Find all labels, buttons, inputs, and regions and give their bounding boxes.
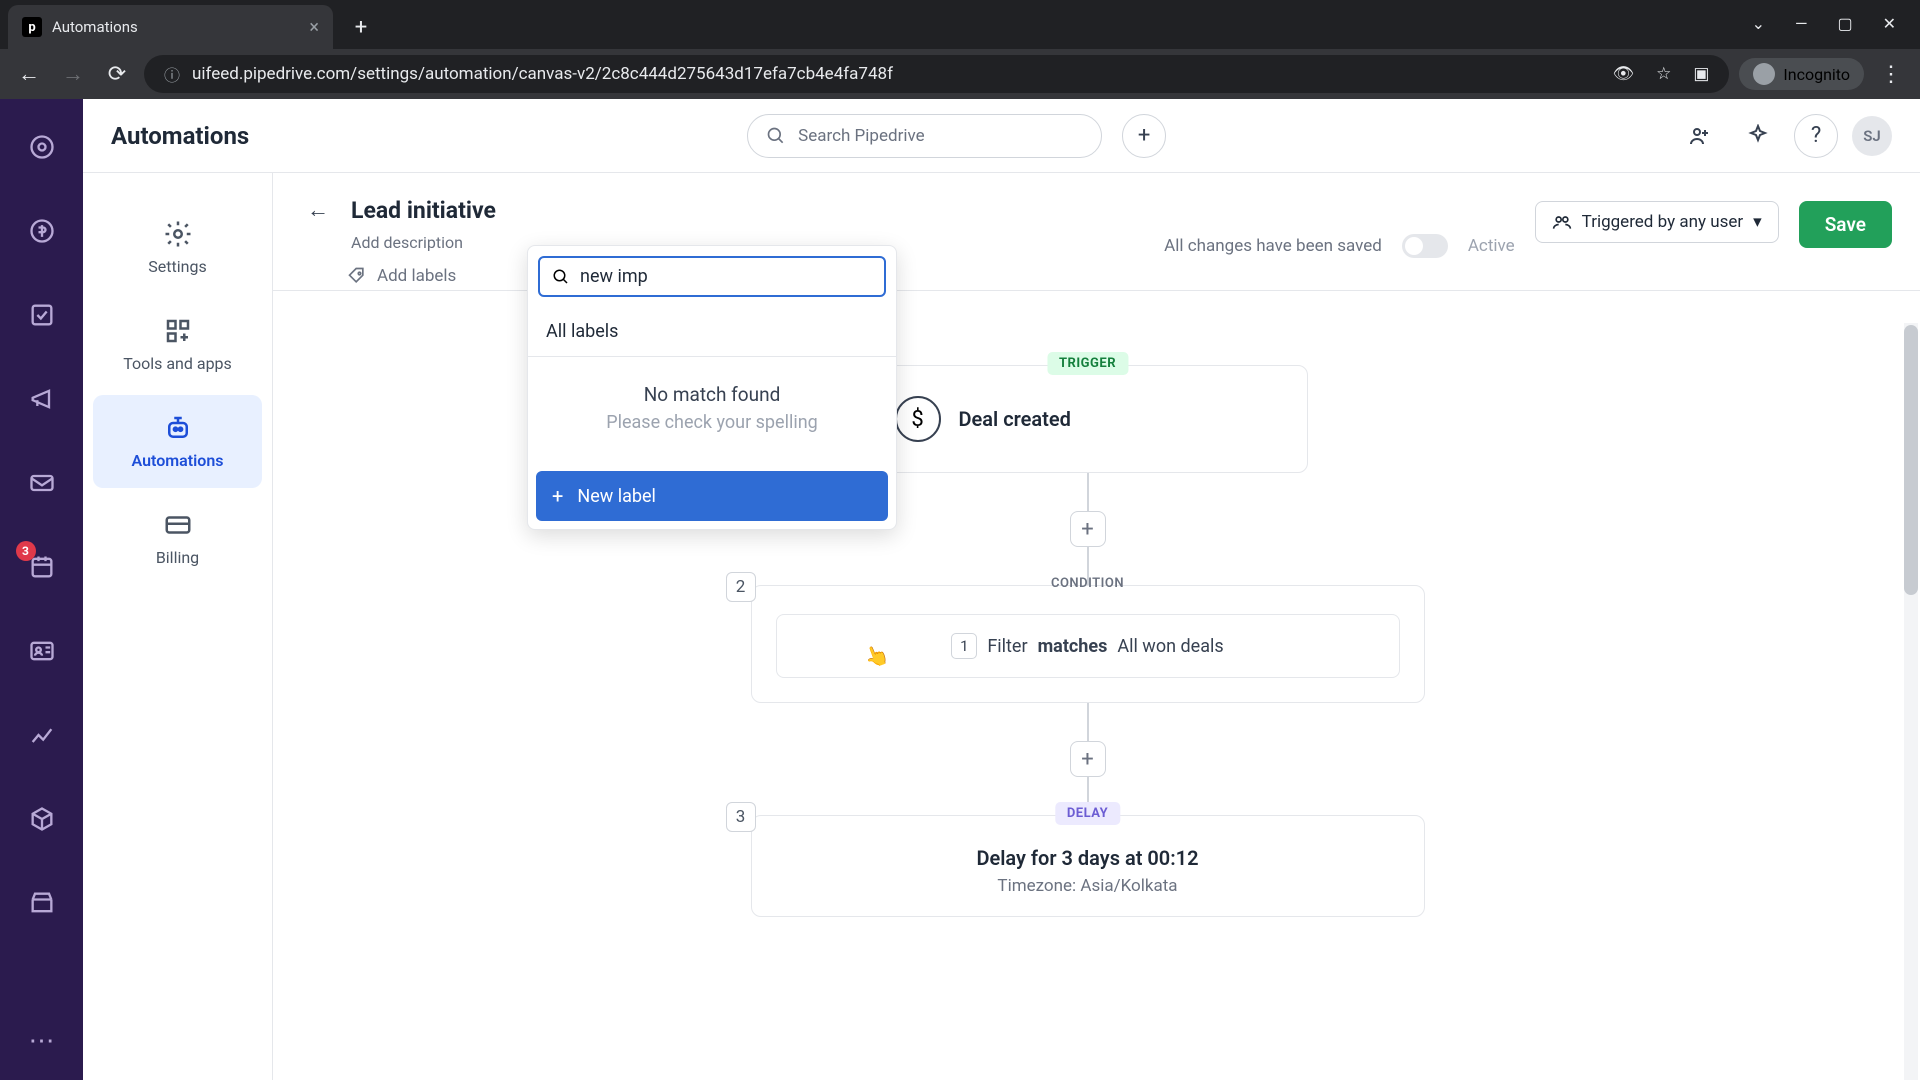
chevron-down-icon[interactable]: ⌄ (1752, 14, 1765, 33)
close-window-icon[interactable]: ✕ (1883, 14, 1896, 33)
gear-icon (163, 219, 193, 249)
search-icon (552, 268, 570, 286)
incognito-icon (1753, 63, 1775, 85)
maximize-icon[interactable]: ▢ (1837, 14, 1852, 33)
description-placeholder[interactable]: Add description (351, 233, 496, 252)
sidebar-item-settings[interactable]: Settings (93, 201, 262, 294)
condition-badge: CONDITION (1039, 572, 1136, 595)
connector-line (1087, 473, 1089, 511)
trigger-node[interactable]: TRIGGER $ Deal created (868, 365, 1308, 473)
add-step-button[interactable]: + (1070, 741, 1106, 777)
rail-activities-icon[interactable] (22, 547, 62, 587)
tag-icon (347, 266, 367, 286)
forward-icon: → (56, 57, 90, 91)
favicon: p (22, 17, 42, 37)
tools-icon (163, 316, 193, 346)
kebab-menu-icon[interactable]: ⋮ (1874, 57, 1908, 91)
rail-deals-icon[interactable] (22, 211, 62, 251)
delay-node[interactable]: 3 DELAY Delay for 3 days at 00:12 Timezo… (751, 815, 1425, 917)
address-bar[interactable]: ⓘ uifeed.pipedrive.com/settings/automati… (144, 55, 1729, 93)
automation-title[interactable]: Lead initiative (351, 197, 496, 224)
trigger-text: Deal created (959, 407, 1071, 431)
rail-contacts-icon[interactable] (22, 631, 62, 671)
sidebar-item-automations[interactable]: Automations (93, 395, 262, 488)
filter-row[interactable]: 1 Filter matches All won deals (776, 614, 1400, 678)
reload-icon[interactable]: ⟳ (100, 57, 134, 91)
sidebar-item-tools[interactable]: Tools and apps (93, 298, 262, 391)
panel-icon[interactable]: ▣ (1693, 64, 1709, 84)
card-icon (163, 510, 193, 540)
step-number: 3 (726, 802, 756, 832)
rail-marketplace-icon[interactable] (22, 883, 62, 923)
back-button[interactable]: ← (301, 193, 335, 227)
users-icon (1552, 212, 1572, 232)
rail-campaigns-icon[interactable] (22, 379, 62, 419)
canvas-area: ← Lead initiative Add description Add la… (273, 173, 1920, 1080)
rail-leads-icon[interactable] (22, 127, 62, 167)
automation-flow[interactable]: TRIGGER $ Deal created + 2 CONDITION 1 (273, 323, 1902, 1080)
avatar[interactable]: SJ (1852, 116, 1892, 156)
no-match-message: No match found Please check your spellin… (528, 357, 896, 463)
add-step-button[interactable]: + (1070, 511, 1106, 547)
rail-mail-icon[interactable] (22, 463, 62, 503)
new-label-button[interactable]: + New label (536, 471, 888, 521)
rail-projects-icon[interactable] (22, 295, 62, 335)
label-search-input[interactable] (580, 266, 872, 287)
sidebar-item-billing[interactable]: Billing (93, 492, 262, 585)
saved-status: All changes have been saved (1164, 236, 1382, 256)
nav-rail: ⋯ (0, 99, 83, 1080)
delay-badge: DELAY (1055, 802, 1120, 825)
chevron-down-icon: ▾ (1753, 212, 1762, 232)
browser-tab[interactable]: p Automations × (8, 5, 333, 49)
site-info-icon[interactable]: ⓘ (164, 62, 180, 86)
url-text: uifeed.pipedrive.com/settings/automation… (192, 64, 893, 84)
step-number: 2 (726, 572, 756, 602)
canvas-header: ← Lead initiative Add description Add la… (273, 173, 1920, 291)
delay-timezone: Timezone: Asia/Kolkata (776, 876, 1400, 896)
plus-icon: + (552, 484, 563, 508)
new-tab-button[interactable]: + (343, 9, 379, 45)
rail-products-icon[interactable] (22, 799, 62, 839)
filter-index: 1 (951, 633, 977, 659)
browser-tab-strip: p Automations × + ⌄ — ▢ ✕ (0, 0, 1920, 49)
quick-add-button[interactable]: + (1122, 114, 1166, 158)
active-toggle[interactable] (1402, 234, 1448, 258)
save-button[interactable]: Save (1799, 201, 1892, 248)
back-icon[interactable]: ← (12, 57, 46, 91)
rail-more-icon[interactable]: ⋯ (29, 1026, 55, 1056)
scrollbar-thumb[interactable] (1904, 325, 1918, 595)
topbar: Automations Search Pipedrive + ? SJ (83, 99, 1920, 173)
settings-sidebar: Settings Tools and apps Automations Bill… (83, 173, 273, 1080)
minimize-icon[interactable]: — (1795, 14, 1808, 33)
assistant-icon[interactable] (1736, 114, 1780, 158)
search-input[interactable]: Search Pipedrive (747, 114, 1102, 158)
trigger-badge: TRIGGER (1047, 352, 1128, 375)
incognito-badge[interactable]: Incognito (1739, 58, 1864, 90)
star-icon[interactable]: ☆ (1656, 64, 1671, 84)
eye-off-icon[interactable]: 👁 (1612, 64, 1634, 84)
add-labels-button[interactable]: Add labels (347, 266, 496, 286)
deal-icon: $ (895, 396, 941, 442)
page-title: Automations (111, 122, 249, 150)
label-search-field[interactable] (538, 256, 886, 297)
active-label: Active (1468, 236, 1515, 256)
condition-node[interactable]: 2 CONDITION 1 Filter matches All won dea… (751, 585, 1425, 703)
delay-text: Delay for 3 days at 00:12 (776, 846, 1400, 870)
tab-title: Automations (52, 18, 138, 36)
connector-line (1087, 703, 1089, 741)
invite-icon[interactable] (1678, 114, 1722, 158)
browser-toolbar: ← → ⟳ ⓘ uifeed.pipedrive.com/settings/au… (0, 49, 1920, 99)
tab-close-icon[interactable]: × (309, 17, 319, 38)
label-popover: All labels No match found Please check y… (527, 245, 897, 530)
trigger-dropdown[interactable]: Triggered by any user ▾ (1535, 201, 1779, 243)
rail-insights-icon[interactable] (22, 715, 62, 755)
help-icon[interactable]: ? (1794, 114, 1838, 158)
all-labels-header: All labels (528, 307, 896, 357)
window-controls: ⌄ — ▢ ✕ (1752, 14, 1920, 49)
robot-icon (163, 413, 193, 443)
search-icon (766, 126, 786, 146)
